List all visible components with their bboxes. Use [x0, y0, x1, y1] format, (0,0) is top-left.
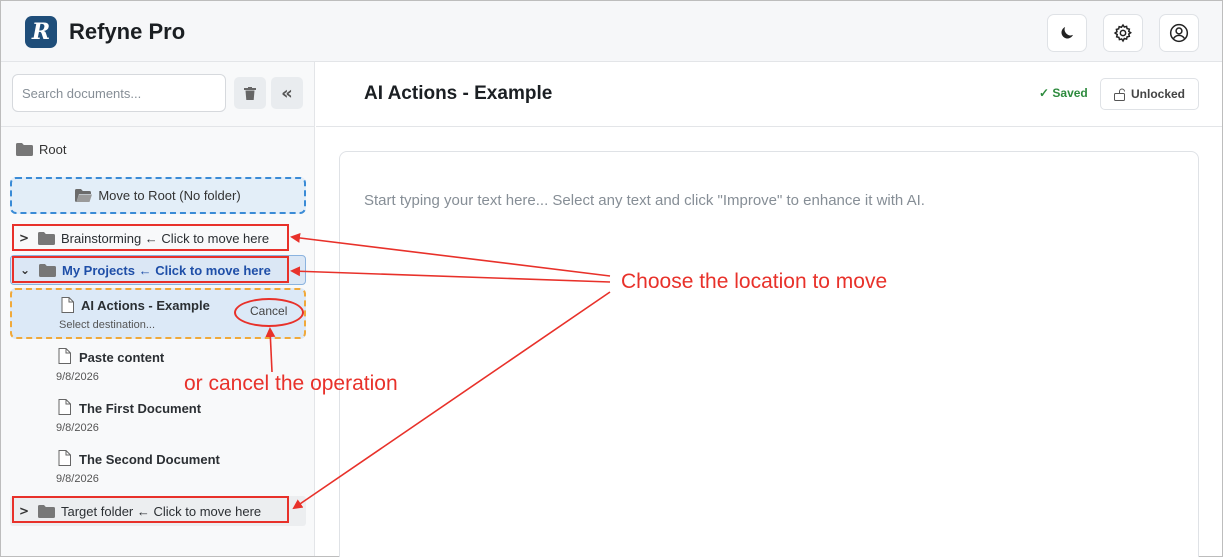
- main-divider: [316, 126, 1222, 127]
- open-folder-icon: [75, 189, 93, 202]
- annotation-box-brainstorming: [12, 224, 289, 251]
- lock-toggle-button[interactable]: Unlocked: [1100, 78, 1199, 110]
- dark-mode-button[interactable]: [1047, 14, 1087, 52]
- app-header: R Refyne Pro: [1, 1, 1222, 62]
- annotation-cancel-operation: or cancel the operation: [184, 372, 398, 395]
- move-to-root-label: Move to Root (No folder): [98, 188, 241, 203]
- root-label: Root: [39, 142, 67, 157]
- search-input[interactable]: [12, 74, 226, 112]
- annotation-box-my-projects: [12, 256, 289, 283]
- app-title: Refyne Pro: [69, 19, 186, 44]
- document-title: Paste content: [79, 350, 165, 365]
- folder-icon: [16, 143, 33, 156]
- annotation-choose-location: Choose the location to move: [621, 270, 888, 293]
- moving-doc-title: AI Actions - Example: [81, 298, 210, 313]
- root-folder[interactable]: Root: [16, 142, 66, 157]
- collapse-sidebar-button[interactable]: «: [271, 77, 303, 109]
- lock-label: Unlocked: [1130, 87, 1185, 101]
- document-icon: [58, 399, 71, 415]
- document-date: 9/8/2026: [56, 422, 99, 434]
- saved-status: ✓ Saved: [1039, 86, 1088, 100]
- app-logo: R: [25, 16, 57, 48]
- editor-area[interactable]: Start typing your text here... Select an…: [339, 151, 1199, 557]
- editor-placeholder: Start typing your text here... Select an…: [364, 192, 925, 209]
- document-date: 9/8/2026: [56, 473, 99, 485]
- document-icon: [61, 297, 74, 313]
- document-title: The First Document: [79, 401, 202, 416]
- settings-button[interactable]: [1103, 14, 1143, 52]
- sidebar-divider: [1, 126, 314, 127]
- document-icon: [58, 348, 71, 364]
- annotation-oval-cancel: [234, 298, 304, 327]
- move-to-root-dropzone[interactable]: Move to Root (No folder): [10, 177, 306, 214]
- profile-button[interactable]: [1159, 14, 1199, 52]
- gear-icon: [1113, 23, 1132, 43]
- document-title-heading: AI Actions - Example: [364, 83, 553, 104]
- user-circle-icon: [1169, 23, 1189, 43]
- delete-button[interactable]: [234, 77, 266, 109]
- annotation-box-target-folder: [12, 496, 289, 523]
- moving-doc-status: Select destination...: [59, 319, 156, 331]
- document-date: 9/8/2026: [56, 371, 99, 383]
- trash-icon: [244, 86, 256, 100]
- moon-icon: [1061, 27, 1073, 39]
- unlock-icon: [1113, 88, 1125, 101]
- document-icon: [58, 450, 71, 466]
- document-title: The Second Document: [79, 452, 220, 467]
